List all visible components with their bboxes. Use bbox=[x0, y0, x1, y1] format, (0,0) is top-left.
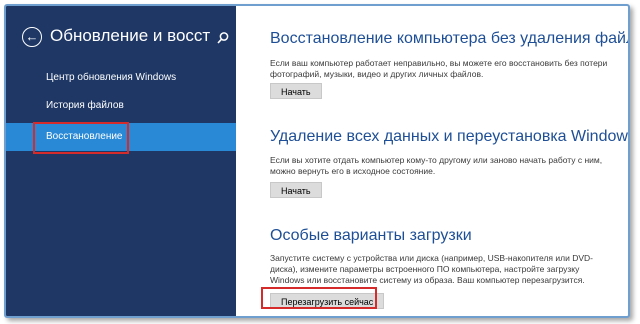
section-title-reset: Удаление всех данных и переустановка Win… bbox=[270, 128, 630, 145]
settings-window: ← Обновление и восстан... Центр обновлен… bbox=[4, 4, 630, 318]
restart-now-button[interactable]: Перезагрузить сейчас bbox=[270, 293, 385, 309]
section-title-refresh: Восстановление компьютера без удаления ф… bbox=[270, 30, 630, 47]
sidebar-item-windows-update[interactable]: Центр обновления Windows bbox=[6, 64, 236, 92]
sidebar-title: Обновление и восстан... bbox=[50, 26, 210, 45]
search-icon[interactable] bbox=[216, 31, 230, 45]
section-desc-refresh: Если ваш компьютер работает неправильно,… bbox=[270, 58, 608, 79]
section-desc-reset: Если вы хотите отдать компьютер кому-то … bbox=[270, 155, 603, 176]
section-title-advanced: Особые варианты загрузки bbox=[270, 227, 472, 244]
refresh-start-button[interactable]: Начать bbox=[270, 83, 322, 99]
sidebar-header: ← Обновление и восстан... bbox=[16, 23, 232, 53]
reset-start-button[interactable]: Начать bbox=[270, 182, 322, 198]
sidebar: ← Обновление и восстан... Центр обновлен… bbox=[6, 6, 236, 316]
sidebar-item-recovery[interactable]: Восстановление bbox=[6, 123, 236, 151]
main-content: Восстановление компьютера без удаления ф… bbox=[236, 6, 628, 316]
back-arrow-icon[interactable]: ← bbox=[22, 27, 42, 47]
section-desc-advanced: Запустите систему с устройства или диска… bbox=[270, 253, 593, 285]
sidebar-item-file-history[interactable]: История файлов bbox=[6, 92, 236, 120]
